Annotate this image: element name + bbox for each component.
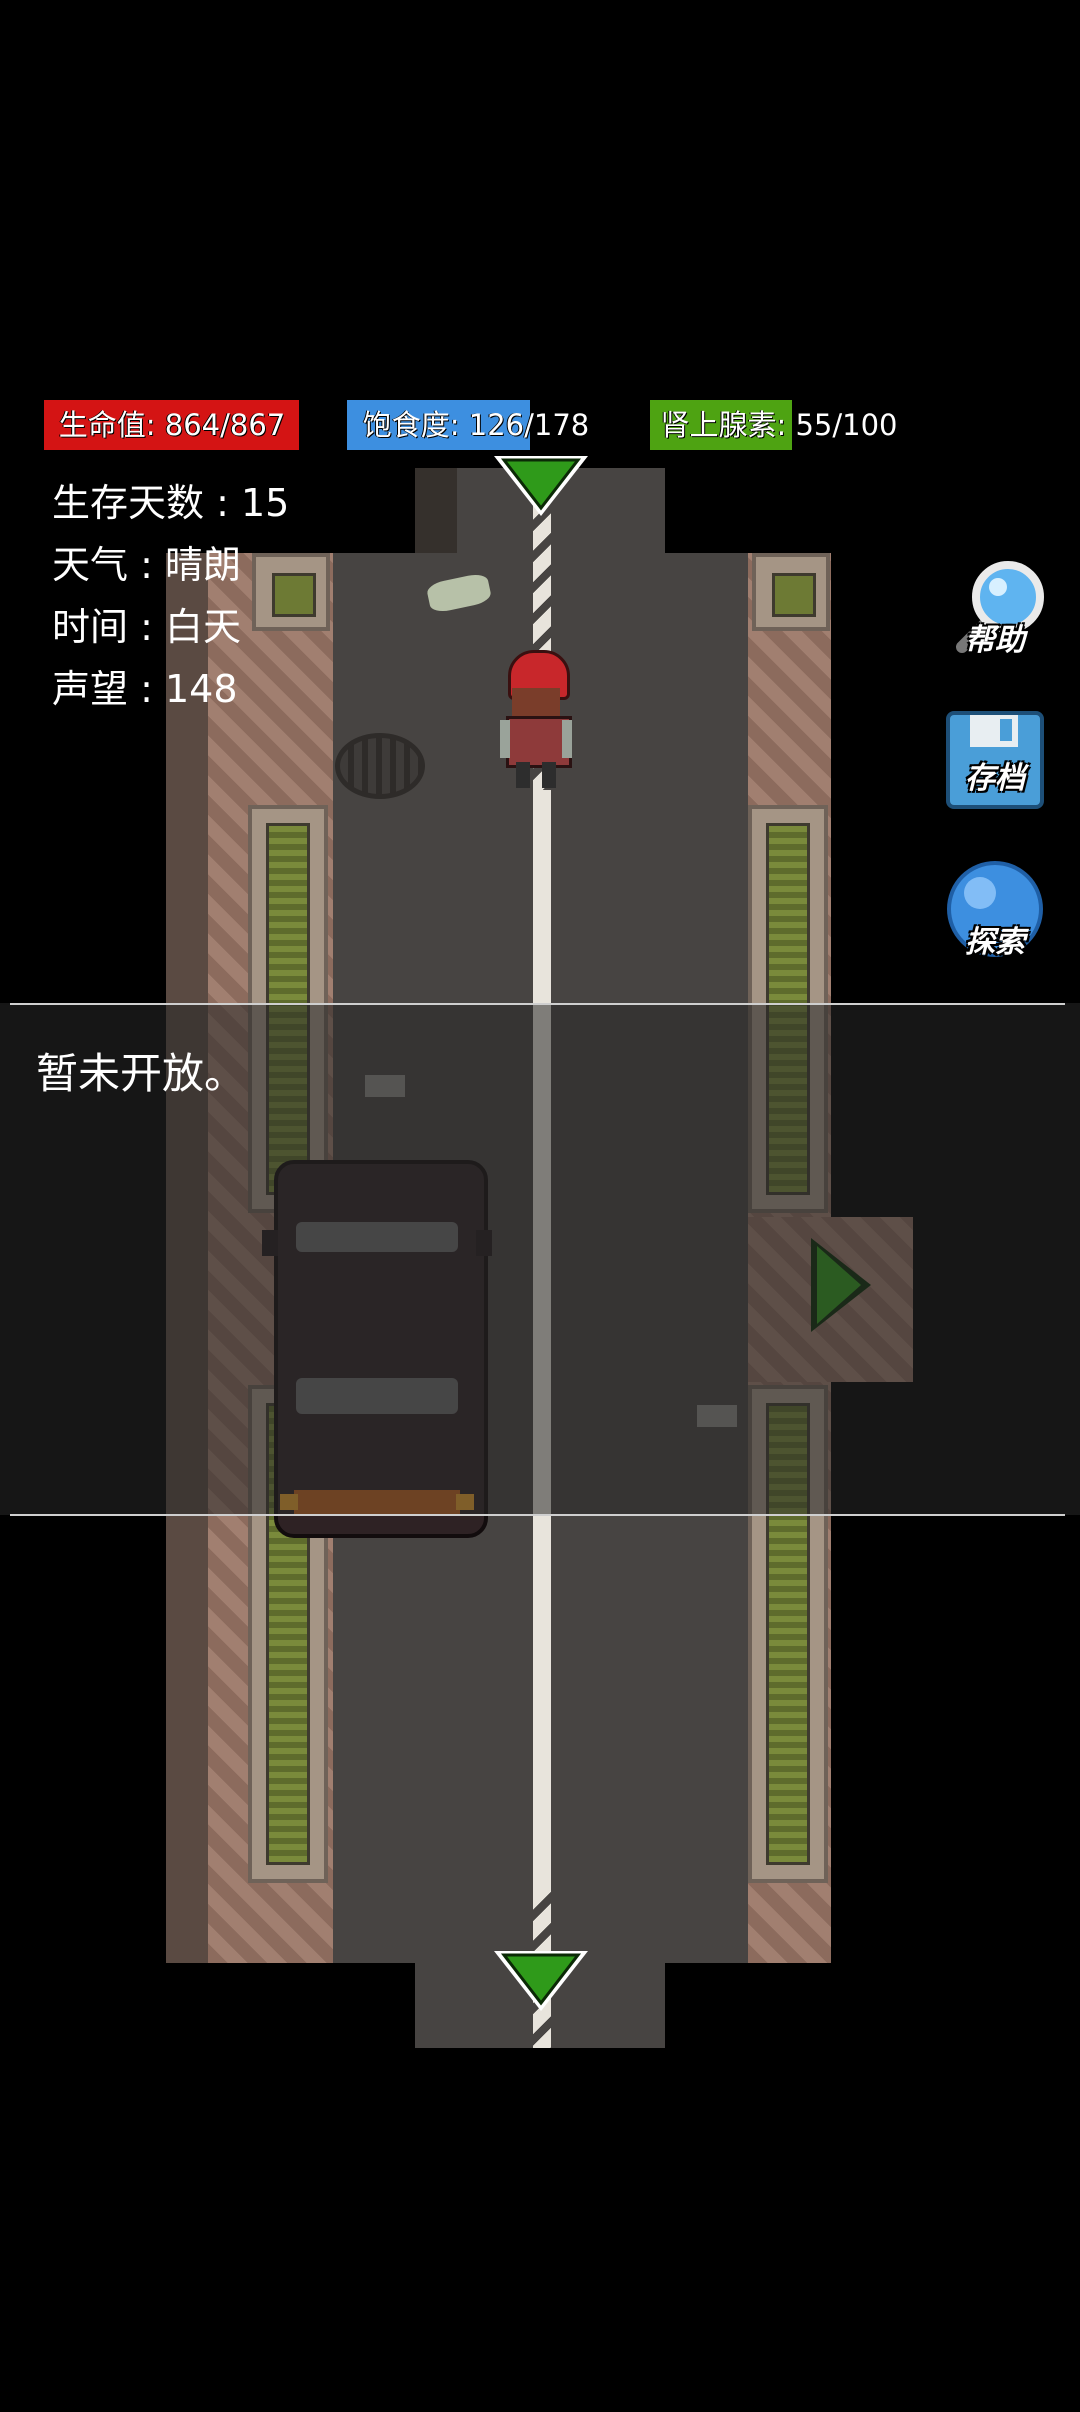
adrenaline-bar: 肾上腺素: 55/100 [650, 400, 908, 450]
hunger-bar: 饱食度: 126/178 [347, 400, 605, 450]
adrenaline-bar-label: 肾上腺素: 55/100 [660, 408, 898, 442]
exit-arrow-south[interactable] [488, 1945, 594, 2017]
map-wall [415, 468, 457, 553]
hp-bar-label: 生命值: 864/867 [58, 408, 286, 442]
survival-days: 生存天数 : 15 [52, 481, 290, 525]
save-button-label: 存档 [965, 761, 1025, 796]
explore-button-label: 探索 [965, 925, 1025, 960]
reputation: 声望 : 148 [52, 667, 238, 711]
exit-arrow-north[interactable] [488, 450, 594, 522]
help-button[interactable]: 帮助 [940, 555, 1050, 665]
hunger-bar-label: 饱食度: 126/178 [362, 408, 590, 442]
hp-bar: 生命值: 864/867 [44, 400, 300, 450]
explore-button[interactable]: 探索 [940, 857, 1050, 967]
message-text: 暂未开放。 [36, 1049, 247, 1098]
planter-box [752, 553, 830, 631]
message-divider-bottom [10, 1514, 1065, 1516]
player-character [500, 650, 572, 790]
message-divider-top [10, 1003, 1065, 1005]
planter-box [252, 553, 330, 631]
time-of-day: 时间 : 白天 [52, 605, 241, 649]
save-button[interactable]: 存档 [940, 705, 1050, 815]
weather: 天气 : 晴朗 [52, 543, 241, 587]
help-button-label: 帮助 [965, 623, 1025, 658]
manhole-cover [335, 733, 425, 799]
